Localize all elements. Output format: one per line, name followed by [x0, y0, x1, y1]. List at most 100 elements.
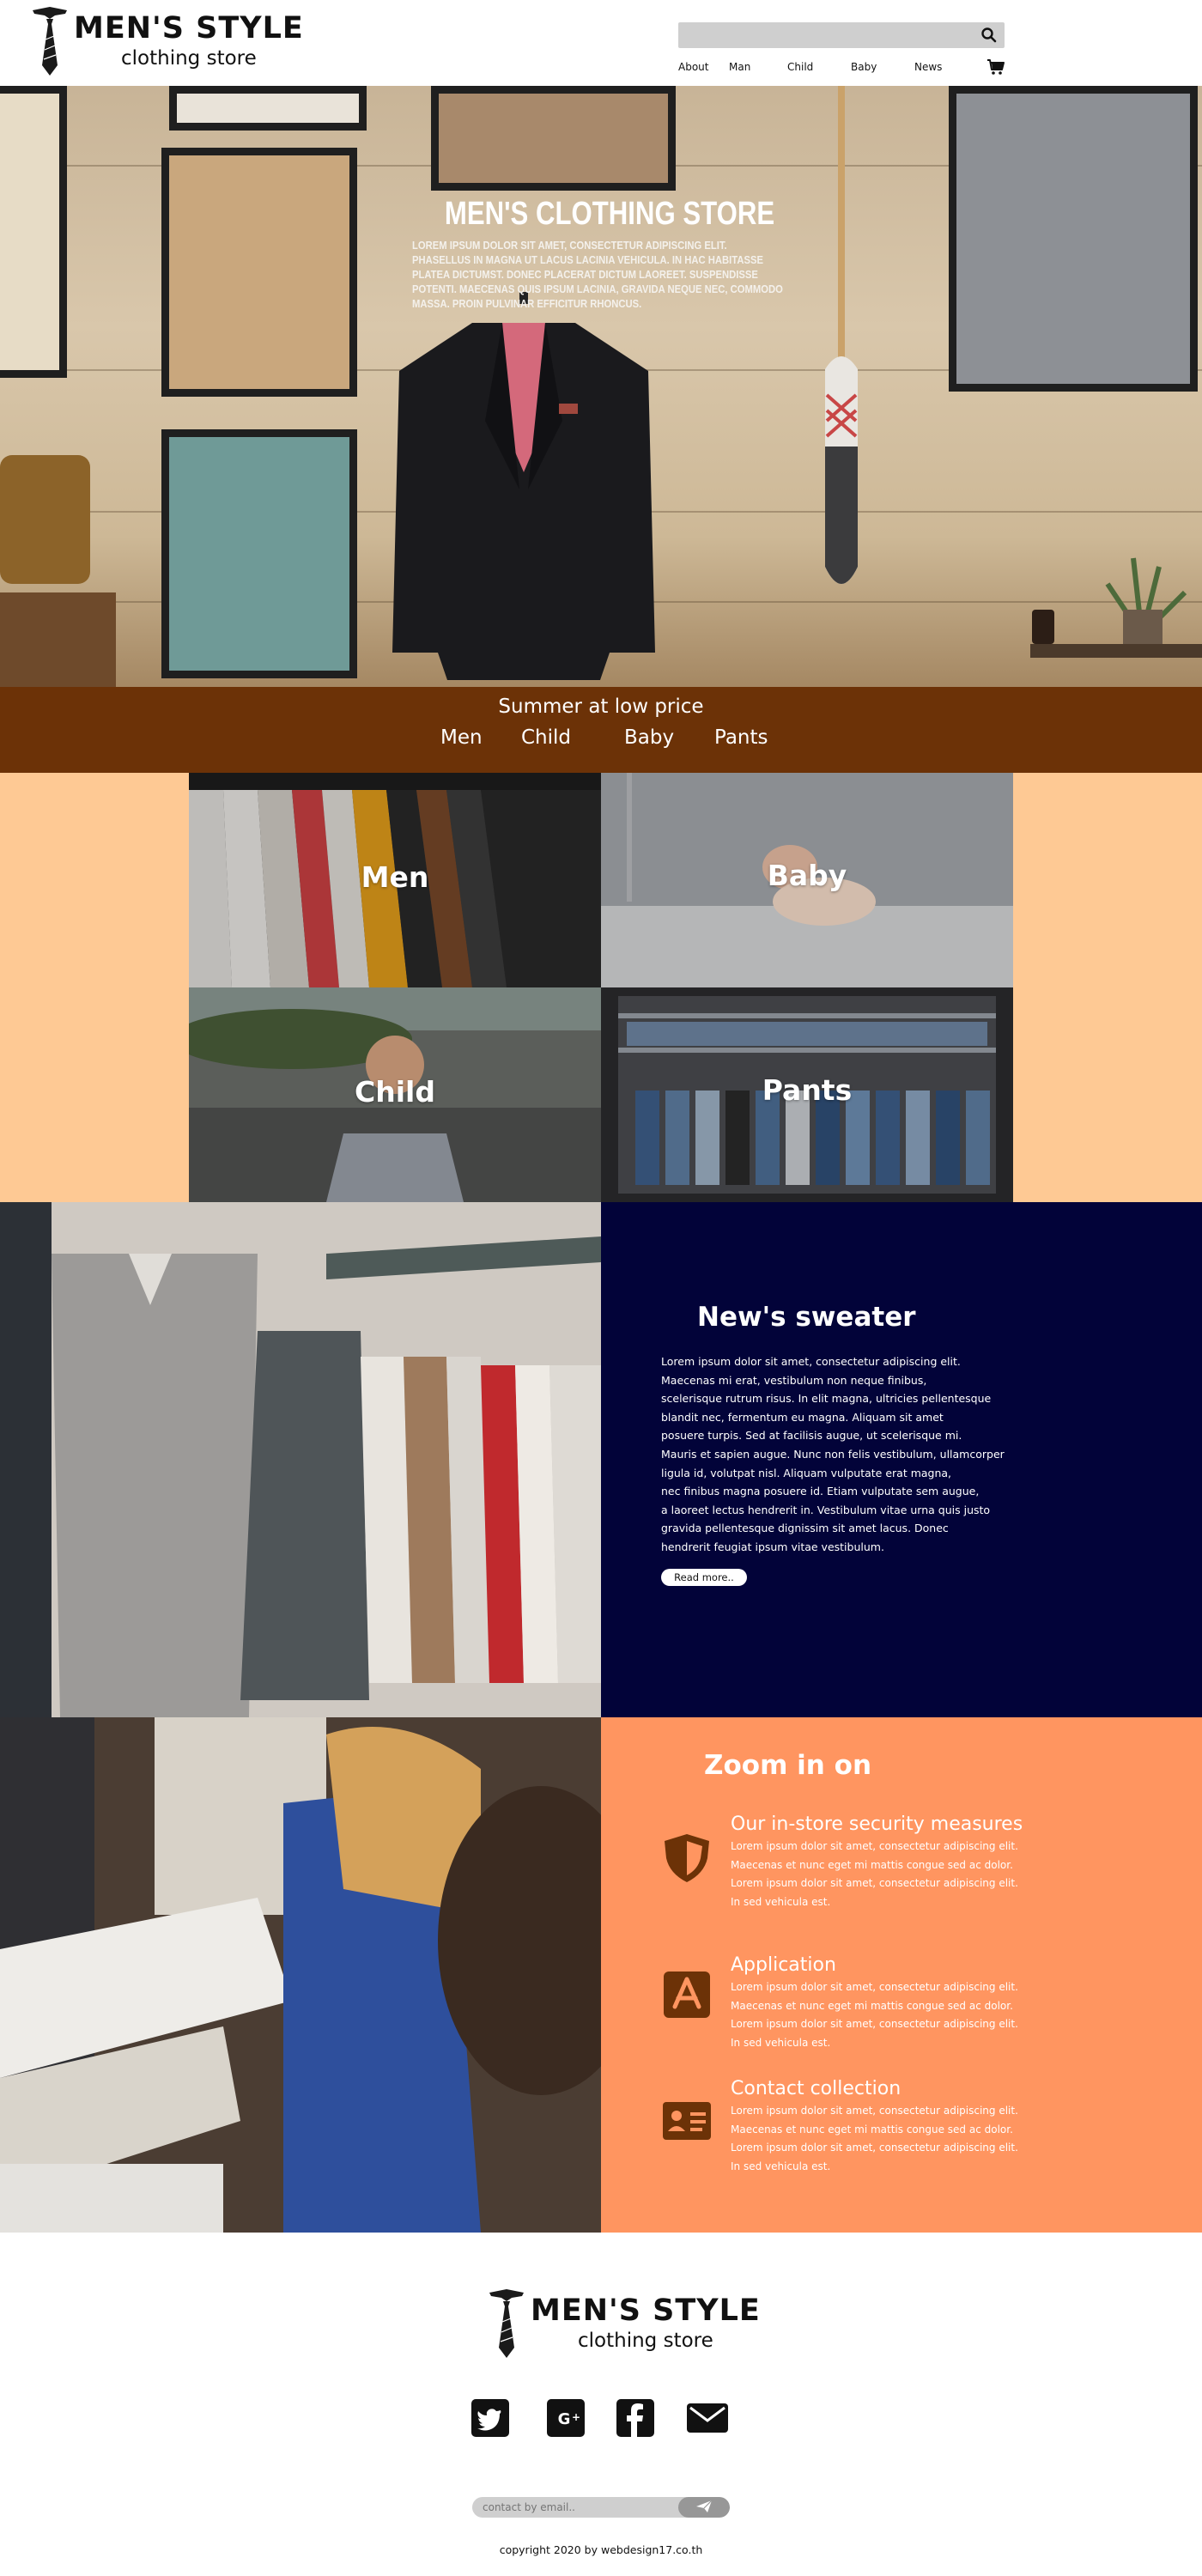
sweater-text: Lorem ipsum dolor sit amet, consectetur … — [661, 1352, 1047, 1557]
feature-security-title: Our in-store security measures — [731, 1814, 1023, 1835]
mail-icon — [687, 2403, 728, 2433]
header-logo[interactable]: MEN'S STYLE clothing store — [31, 5, 304, 77]
brand-tagline: clothing store — [121, 47, 257, 70]
contact-card-icon — [663, 2102, 711, 2140]
shield-icon — [665, 1834, 709, 1882]
google-plus-link[interactable]: G + — [546, 2398, 586, 2438]
category-grid: Men Baby Child Pants — [0, 773, 1202, 1202]
category-label-child: Child — [355, 1075, 435, 1109]
category-label-baby: Baby — [767, 859, 847, 892]
leather-bag-decor — [0, 455, 116, 687]
brand-tagline: clothing store — [578, 2330, 713, 2352]
cart-button[interactable] — [986, 58, 1005, 76]
zoom-title: Zoom in on — [704, 1750, 872, 1781]
nav-man[interactable]: Man — [729, 58, 750, 76]
sweater-text-line: Lorem ipsum dolor sit amet, consectetur … — [661, 1355, 961, 1368]
sweater-text-line: nec finibus magna posuere id. Etiam vulp… — [661, 1485, 980, 1498]
feature-text-line: Lorem ipsum dolor sit amet, consectetur … — [731, 2105, 1018, 2117]
search-bar — [678, 22, 1005, 48]
category-tile-baby[interactable]: Baby — [601, 773, 1013, 987]
feature-application-title: Application — [731, 1954, 836, 1976]
search-button[interactable] — [980, 27, 998, 44]
promo-link-men[interactable]: Men — [440, 726, 483, 749]
copyright-text: copyright 2020 by webdesign17.co.th — [499, 2543, 703, 2556]
footer-logo[interactable]: MEN'S STYLE clothing store — [488, 2287, 761, 2360]
nav-about[interactable]: About — [678, 58, 708, 76]
feature-text-line: In sed vehicula est. — [731, 2160, 831, 2172]
sweaters-rack-photo — [0, 1202, 601, 1717]
send-icon — [696, 2500, 713, 2512]
feature-application-text: Lorem ipsum dolor sit amet, consectetur … — [731, 1978, 1091, 2052]
sweater-image — [0, 1202, 601, 1717]
send-button[interactable] — [678, 2497, 730, 2518]
svg-text:G: G — [558, 2410, 571, 2428]
google-plus-icon: G + — [547, 2399, 585, 2437]
search-icon — [981, 27, 997, 43]
feature-contact-text: Lorem ipsum dolor sit amet, consectetur … — [731, 2102, 1091, 2176]
category-label-pants: Pants — [762, 1073, 853, 1107]
hero-title: MEN'S CLOTHING STORE — [444, 196, 775, 232]
feature-text-line: Lorem ipsum dolor sit amet, consectetur … — [731, 1877, 1018, 1890]
sweater-text-line: blandit nec, fermentum eu magna. Aliquam… — [661, 1410, 944, 1424]
tie-logo-icon — [33, 7, 67, 76]
sweater-text-line: scelerisque rutrum risus. In elit magna,… — [661, 1392, 992, 1406]
feature-text-line: Maecenas et nunc eget mi mattis congue s… — [731, 2123, 1013, 2136]
hand-art-frame — [161, 148, 357, 397]
left-edge-frame — [0, 86, 67, 378]
cart-icon — [987, 59, 1005, 75]
nav-news[interactable]: News — [914, 58, 942, 76]
svg-text:+: + — [572, 2411, 580, 2423]
feature-security-text: Lorem ipsum dolor sit amet, consectetur … — [731, 1838, 1091, 1911]
brand-name: MEN'S STYLE — [531, 2293, 761, 2328]
read-more-button[interactable]: Read more.. — [661, 1569, 747, 1586]
hero-text: Lorem ipsum dolor sit amet, consectetur … — [412, 240, 783, 310]
sweater-text-line: a laoreet lectus hendrerit in. Vestibulu… — [661, 1503, 991, 1516]
feature-text-line: Lorem ipsum dolor sit amet, consectetur … — [731, 1981, 1018, 1993]
feature-text-line: Lorem ipsum dolor sit amet, consectetur … — [731, 2142, 1018, 2154]
email-field[interactable] — [472, 2497, 678, 2518]
sweater-text-line: posuere turpis. Sed at facilisis augue, … — [661, 1429, 962, 1443]
twitter-link[interactable] — [470, 2398, 510, 2438]
site-header: MEN'S STYLE clothing store About Man Chi… — [0, 0, 1202, 86]
promo-link-baby[interactable]: Baby — [624, 726, 674, 749]
sweater-text-line: ligula id, volutpat nisl. Aliquam vulput… — [661, 1466, 952, 1479]
site-footer: MEN'S STYLE clothing store G + contact b… — [0, 2233, 1202, 2576]
nav-child[interactable]: Child — [787, 58, 813, 76]
sweater-text-line: Maecenas mi erat, vestibulum non neque f… — [661, 1373, 927, 1387]
sweater-text-line: Mauris et sapien augue. Nunc non felis v… — [661, 1447, 1005, 1461]
facebook-icon — [616, 2399, 654, 2437]
app-store-icon — [664, 1971, 710, 2018]
sweater-text-line: gravida pellentesque dignissim sit amet … — [661, 1522, 949, 1535]
zoom-panel: Zoom in on Our in-store security measure… — [601, 1717, 1202, 2233]
promo-link-pants[interactable]: Pants — [714, 726, 768, 749]
sweater-panel: New's sweater Lorem ipsum dolor sit amet… — [601, 1202, 1202, 1717]
motorbike-frame — [431, 86, 676, 191]
promo-link-child[interactable]: Child — [521, 726, 571, 749]
brand-text: MEN'S STYLE clothing store — [74, 11, 304, 71]
feature-text-line: Maecenas et nunc eget mi mattis congue s… — [731, 1999, 1013, 2012]
promo-title: Summer at low price — [498, 696, 704, 718]
nav-baby[interactable]: Baby — [851, 58, 877, 76]
search-input[interactable] — [678, 22, 970, 48]
feature-text-line: Lorem ipsum dolor sit amet, consectetur … — [731, 2018, 1018, 2031]
feature-text-line: Lorem ipsum dolor sit amet, consectetur … — [731, 1840, 1018, 1852]
facebook-link[interactable] — [616, 2398, 655, 2438]
category-tile-child[interactable]: Child — [189, 987, 601, 1202]
plant-shelf-decor — [1030, 557, 1202, 658]
woman-writing-photo — [0, 1717, 601, 2233]
feature-text-line: Maecenas et nunc eget mi mattis congue s… — [731, 1858, 1013, 1871]
hero-banner: MEN'S CLOTHING STORE Lorem ipsum dolor s… — [0, 86, 1202, 687]
category-tile-men[interactable]: Men — [189, 773, 601, 987]
jacket-on-hanger — [392, 292, 655, 680]
twitter-icon — [471, 2399, 509, 2437]
category-tile-pants[interactable]: Pants — [601, 987, 1013, 1202]
paddle-decor — [825, 86, 858, 584]
zoom-image — [0, 1717, 601, 2233]
category-label-men: Men — [361, 860, 429, 894]
feature-text-line: In sed vehicula est. — [731, 2036, 831, 2049]
sweater-title: New's sweater — [697, 1302, 916, 1333]
brand-text: MEN'S STYLE clothing store — [531, 2293, 761, 2354]
promo-band: Summer at low price Men Child Baby Pants — [0, 687, 1202, 773]
teal-art-frame — [161, 429, 357, 678]
mail-link[interactable] — [685, 2398, 730, 2438]
